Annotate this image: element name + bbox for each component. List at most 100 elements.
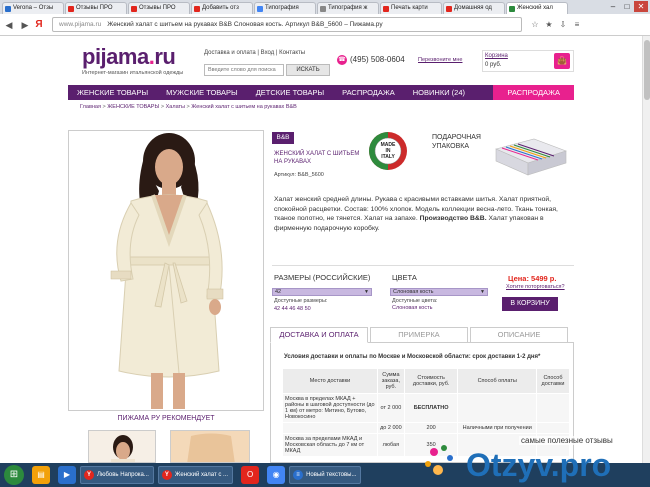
nav-item-kids[interactable]: ДЕТСКИЕ ТОВАРЫ	[247, 85, 333, 100]
taskbar-task[interactable]: Y Любовь Напрока...	[80, 466, 154, 484]
recommended-item-thumb[interactable]	[170, 430, 250, 463]
page-scrollbar[interactable]	[642, 36, 650, 463]
taskbar-task-label: Любовь Напрока...	[97, 472, 149, 478]
product-photo[interactable]	[68, 130, 264, 411]
callback-link[interactable]: Перезвоните мне	[418, 57, 462, 63]
recommend-heading: ПИЖАМА РУ РЕКОМЕНДУЕТ	[117, 415, 215, 422]
size-label: РАЗМЕРЫ (РОССИЙСКИЕ)	[274, 273, 371, 282]
media-player-icon[interactable]: ▶	[58, 466, 76, 484]
watermark-logo: Otzyv.pro	[425, 445, 611, 483]
browser-tab[interactable]: Типография ж	[317, 2, 379, 14]
color-select[interactable]: Слоновая кость ▼	[390, 288, 488, 296]
nav-item-women[interactable]: ЖЕНСКИЕ ТОВАРЫ	[68, 85, 157, 100]
recommended-model-illustration	[111, 435, 135, 462]
browser-tab[interactable]: Добавить отз	[191, 2, 253, 14]
top-link-contacts[interactable]: Контакты	[279, 50, 305, 56]
nav-item-sale-highlight[interactable]: РАСПРОДАЖА	[493, 85, 574, 100]
tab-description[interactable]: ОПИСАНИЕ	[470, 327, 568, 343]
dropdown-arrow-icon: ▼	[364, 289, 369, 295]
robe-model-illustration	[69, 131, 263, 410]
available-sizes[interactable]: 42 44 46 48 50	[274, 306, 311, 312]
gift-box-icon	[495, 138, 567, 176]
browser-tab[interactable]: Типография	[254, 2, 316, 14]
search-input[interactable]	[204, 64, 284, 76]
table-header: Способ оплаты	[457, 368, 537, 394]
nav-item-men[interactable]: МУЖСКИЕ ТОВАРЫ	[157, 85, 247, 100]
search-button[interactable]: ИСКАТЬ	[286, 64, 330, 76]
site-logo[interactable]: pijama.ru	[82, 44, 176, 70]
chrome-icon[interactable]: ◉	[267, 466, 286, 484]
minimize-icon[interactable]: –	[606, 1, 620, 12]
browser-tab-label: Типография	[265, 5, 299, 11]
table-cell: Москва за пределами МКАД и Московская об…	[282, 433, 378, 457]
browser-tab[interactable]: Печать карти	[380, 2, 442, 14]
tab-favicon-icon	[446, 6, 452, 12]
tab-fitting[interactable]: ПРИМЕРКА	[370, 327, 468, 343]
notepad-icon: ≡	[293, 470, 304, 480]
table-cell: Наличными при получении	[457, 422, 537, 434]
table-header: Место доставки	[282, 368, 378, 394]
table-cell: Москва в пределах МКАД + районы в шагово…	[282, 393, 378, 423]
taskbar-task[interactable]: Y Женский халат с ...	[157, 466, 234, 484]
browser-tab-label: Отзывы ПРО	[76, 5, 113, 11]
cart-label[interactable]: Корзина	[485, 53, 508, 59]
browser-tab[interactable]: Отзывы ПРО	[65, 2, 127, 14]
browser-tab-label: Добавить отз	[202, 5, 239, 11]
nav-item-new[interactable]: НОВИНКИ (24)	[404, 85, 474, 100]
recommended-item-thumb[interactable]	[88, 430, 156, 463]
menu-icon[interactable]: ≡	[570, 18, 584, 32]
description-bold: Производство B&B.	[419, 215, 487, 222]
maximize-icon[interactable]: □	[620, 1, 634, 12]
brand-badge[interactable]: B&B	[272, 132, 294, 144]
table-row: до 2 000 200 Наличными при получении	[282, 422, 571, 434]
gift-packaging-label: ПОДАРОЧНАЯ УПАКОВКА	[432, 134, 481, 150]
back-arrow-icon[interactable]: ◀	[2, 18, 16, 32]
browser-tab[interactable]: Verona – Отзы	[2, 2, 64, 14]
breadcrumb-home[interactable]: Главная	[80, 104, 101, 110]
color-select-value: Слоновая кость	[393, 289, 434, 295]
size-select[interactable]: 42 ▼	[272, 288, 372, 296]
start-button[interactable]: ⊞	[4, 465, 24, 485]
star-icon[interactable]: ☆	[528, 18, 542, 32]
tab-favicon-icon	[257, 6, 263, 12]
table-row: Москва в пределах МКАД + районы в шагово…	[282, 393, 571, 423]
url-field[interactable]: www.pijama.ru Женский халат с шитьем на р…	[52, 17, 522, 32]
tab-favicon-icon	[194, 6, 200, 12]
table-header: Стоимость доставки, руб.	[403, 368, 459, 394]
divider	[272, 265, 574, 266]
forward-arrow-icon[interactable]: ▶	[18, 18, 32, 32]
window-controls: – □ ✕	[606, 1, 648, 12]
top-link-delivery[interactable]: Доставка и оплата	[204, 50, 256, 56]
shipping-title: Условия доставки и оплаты по Москве и Мо…	[284, 354, 541, 360]
recommended-garment-illustration	[187, 433, 235, 462]
add-to-cart-button[interactable]: В КОРЗИНУ	[502, 297, 558, 311]
available-colors-label: Доступные цвета:	[392, 298, 438, 304]
browser-tab-label: Женский хал	[517, 5, 553, 11]
shopping-bag-icon[interactable]: 👜	[554, 53, 570, 69]
browser-tab[interactable]: Домашняя од	[443, 2, 505, 14]
browser-tab[interactable]: Женский хал	[506, 2, 568, 14]
download-icon[interactable]: ⇩	[556, 18, 570, 32]
available-colors[interactable]: Слоновая кость	[392, 305, 433, 311]
haggle-link[interactable]: Хотите поторговаться?	[506, 284, 565, 290]
bookmark-icon[interactable]: ★	[542, 18, 556, 32]
folder-icon[interactable]: ▤	[32, 466, 50, 484]
table-header: Сумма заказа, руб.	[376, 368, 405, 394]
cart-widget[interactable]: Корзина 0 руб. 👜	[482, 50, 574, 72]
taskbar-task[interactable]: ≡ Новый текстовы...	[289, 466, 362, 484]
close-icon[interactable]: ✕	[634, 1, 648, 12]
breadcrumb-robes[interactable]: Халаты	[166, 104, 185, 110]
tab-delivery[interactable]: ДОСТАВКА И ОПЛАТА	[270, 327, 368, 343]
breadcrumb-women[interactable]: ЖЕНСКИЕ ТОВАРЫ	[107, 104, 159, 110]
yandex-logo-icon[interactable]: Я	[32, 19, 46, 30]
table-cell	[457, 393, 537, 423]
product-price: Цена: 5499 р.	[508, 274, 557, 283]
opera-icon[interactable]: O	[241, 466, 260, 484]
nav-item-sale[interactable]: РАСПРОДАЖА	[333, 85, 404, 100]
browser-tab[interactable]: Отзывы ПРО	[128, 2, 190, 14]
scrollbar-thumb[interactable]	[644, 40, 650, 100]
table-cell: от 2 000	[376, 393, 405, 423]
table-cell	[535, 393, 571, 423]
top-link-login[interactable]: Вход	[261, 50, 275, 56]
table-cell: до 2 000	[376, 422, 405, 434]
